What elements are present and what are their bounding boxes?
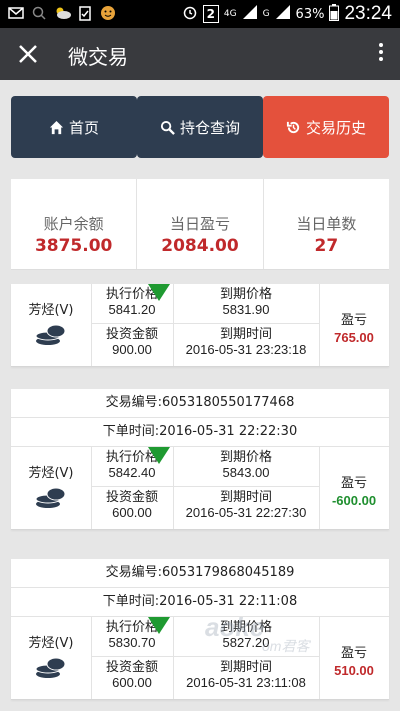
due-time-value: 2016-05-31 23:23:18	[185, 342, 307, 357]
exec-price-value: 5842.40	[108, 465, 156, 480]
account-summary: 账户余额 3875.00 当日盈亏 2084.00 当日单数 27	[11, 179, 389, 270]
due-price-label: 到期价格	[219, 450, 272, 465]
exec-price-value: 5841.20	[108, 302, 156, 317]
balance-label: 账户余额	[43, 215, 104, 233]
due-time-value: 2016-05-31 22:27:30	[185, 505, 307, 520]
pl-cell: 盈亏 510.00	[319, 617, 389, 699]
order-time: 下单时间:2016-05-31 22:22:30	[11, 418, 389, 447]
trade-card[interactable]: 芳烃(V) 执行价格 5841.20 投资金额 900.00 到期价格 5831.90…	[11, 284, 389, 367]
nav-buttons: 首页 持仓查询 交易历史	[11, 96, 389, 158]
daily-pl-label: 当日盈亏	[169, 215, 230, 233]
due-price-value: 5843.00	[222, 465, 270, 480]
due-price-value: 5831.90	[222, 302, 270, 317]
home-icon	[49, 120, 64, 134]
watermark: aoke	[205, 612, 265, 642]
pl-label: 盈亏	[340, 476, 367, 491]
invest-label: 投资金额	[105, 327, 158, 342]
pl-cell: 盈亏 765.00	[319, 284, 389, 366]
due-time-label: 到期时间	[219, 327, 272, 342]
product-name: 芳烃(V)	[28, 466, 74, 481]
search-icon	[31, 5, 47, 21]
trade-card[interactable]: 交易编号:6053179868045189 下单时间:2016-05-31 22…	[11, 559, 389, 700]
signal-icon	[242, 4, 258, 24]
trade-detail: 芳烃(V) 执行价格 5830.70 投资金额 600.00 到期价格 5827.20…	[11, 617, 389, 699]
watermark-subtext: om君客	[262, 638, 310, 654]
pl-cell: 盈亏 -600.00	[319, 447, 389, 529]
order-number: 交易编号:6053180550177468	[11, 389, 389, 418]
product-cell: 芳烃(V)	[11, 447, 92, 529]
invest-label: 投资金额	[105, 660, 158, 675]
daily-pl-value: 2084.00	[161, 236, 239, 256]
due-time-label: 到期时间	[219, 660, 272, 675]
balance-cell: 账户余额 3875.00	[11, 179, 138, 269]
exec-cell: 执行价格 5841.20 投资金额 900.00	[91, 284, 174, 366]
signal-icon-2	[275, 4, 291, 24]
pl-value: 765.00	[334, 330, 374, 345]
daily-count-label: 当日单数	[296, 215, 357, 233]
home-button-label: 首页	[68, 118, 99, 137]
notification-badge: 2	[202, 5, 219, 23]
network-type-label-2: G	[262, 9, 270, 19]
product-cell: 芳烃(V)	[11, 617, 92, 699]
order-time: 下单时间:2016-05-31 22:11:08	[11, 588, 389, 617]
mail-icon	[8, 5, 24, 21]
down-arrow-icon	[148, 447, 170, 464]
status-bar: 2 4G G 63% 23:24	[0, 0, 400, 28]
trade-detail: 芳烃(V) 执行价格 5841.20 投资金额 900.00 到期价格 5831.90…	[11, 284, 389, 366]
due-cell: 到期价格 5843.00 到期时间 2016-05-31 22:27:30	[173, 447, 320, 529]
due-time-label: 到期时间	[219, 490, 272, 505]
page-title: 微交易	[68, 45, 128, 69]
battery-percent: 63%	[295, 6, 325, 22]
trade-detail: 芳烃(V) 执行价格 5842.40 投资金额 600.00 到期价格 5843.00…	[11, 447, 389, 529]
invest-value: 600.00	[112, 675, 152, 690]
down-arrow-icon	[148, 284, 170, 301]
balance-value: 3875.00	[34, 236, 113, 256]
weather-icon	[54, 5, 71, 21]
history-button[interactable]: 交易历史	[263, 96, 389, 158]
invest-value: 600.00	[112, 505, 152, 520]
exec-cell: 执行价格 5830.70 投资金额 600.00	[91, 617, 174, 699]
invest-label: 投资金额	[105, 490, 158, 505]
search-icon	[160, 120, 175, 135]
close-icon	[19, 45, 37, 63]
pl-value: -600.00	[331, 493, 377, 508]
more-menu-button[interactable]	[376, 40, 386, 68]
due-price-label: 到期价格	[219, 287, 272, 302]
due-time-value: 2016-05-31 23:11:08	[186, 675, 306, 690]
coins-icon	[35, 657, 66, 678]
order-number: 交易编号:6053179868045189	[11, 559, 389, 588]
invest-value: 900.00	[112, 342, 152, 357]
holdings-button-label: 持仓查询	[179, 118, 240, 137]
daily-pl-cell: 当日盈亏 2084.00	[137, 179, 264, 269]
due-cell: 到期价格 5831.90 到期时间 2016-05-31 23:23:18	[173, 284, 320, 366]
down-arrow-icon	[148, 617, 170, 634]
home-button[interactable]: 首页	[11, 96, 137, 158]
product-name: 芳烃(V)	[28, 303, 74, 318]
app-bar: 微交易	[0, 28, 400, 80]
product-cell: 芳烃(V)	[11, 284, 92, 366]
coins-icon	[35, 324, 66, 345]
daily-count-cell: 当日单数 27	[264, 179, 389, 269]
battery-icon	[329, 3, 340, 25]
exec-cell: 执行价格 5842.40 投资金额 600.00	[91, 447, 174, 529]
holdings-button[interactable]: 持仓查询	[137, 96, 263, 158]
pl-label: 盈亏	[340, 646, 367, 661]
exec-price-value: 5830.70	[108, 635, 156, 650]
more-vertical-icon	[376, 43, 386, 61]
history-icon	[286, 121, 300, 133]
trade-card[interactable]: 交易编号:6053180550177468 下单时间:2016-05-31 22…	[11, 389, 389, 530]
clock: 23:24	[344, 3, 392, 24]
pl-label: 盈亏	[340, 313, 367, 328]
product-name: 芳烃(V)	[28, 636, 74, 651]
clipboard-icon	[77, 5, 93, 21]
network-type-label: 4G	[223, 8, 237, 19]
daily-count-value: 27	[314, 236, 339, 256]
emoji-icon	[100, 5, 116, 21]
history-button-label: 交易历史	[305, 118, 366, 137]
alarm-icon	[182, 4, 198, 24]
close-button[interactable]	[14, 40, 42, 68]
coins-icon	[35, 487, 66, 508]
pl-value: 510.00	[334, 663, 374, 678]
